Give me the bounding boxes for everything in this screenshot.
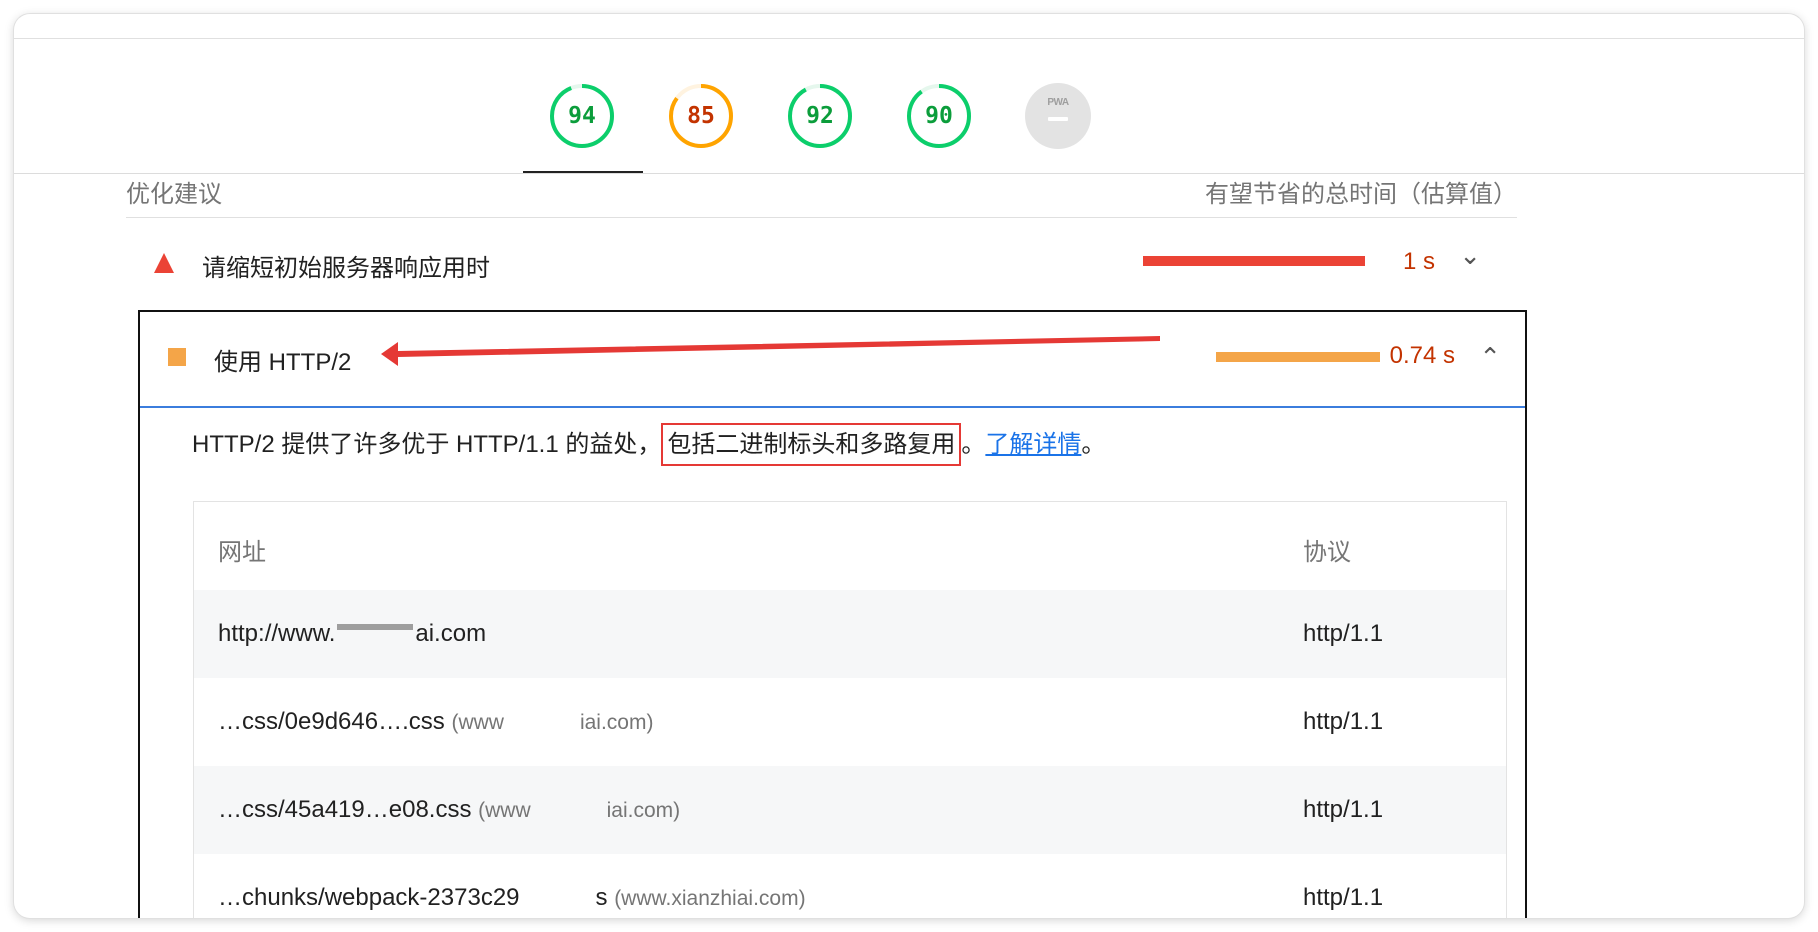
url-cell[interactable]: …css/45a419…e08.css (www iai.com): [218, 796, 680, 824]
chevron-up-icon[interactable]: ⌃: [1479, 342, 1501, 373]
description-text: HTTP/2 提供了许多优于 HTTP/1.1 的益处，: [192, 431, 662, 458]
url-text: http://www.: [218, 620, 336, 647]
column-header-url: 网址: [218, 539, 266, 566]
score-gauges-bar: 94 85 92 90 PWA: [14, 39, 1804, 174]
opportunities-header: 优化建议 有望节省的总时间（估算值）: [126, 174, 1517, 218]
column-header-protocol: 协议: [1303, 539, 1351, 566]
protocol-cell: http/1.1: [1303, 796, 1384, 823]
gauge-accessibility[interactable]: 85: [668, 83, 734, 149]
description-text: 。: [1081, 431, 1106, 458]
report-window: 94 85 92 90 PWA 优化建议 有望节省的总时间（估算值） 请缩短初始…: [14, 14, 1804, 918]
active-gauge-indicator: [523, 171, 643, 173]
resources-table: 网址 协议 http://www. ai.com http/1.1 …css/0e…: [193, 501, 1507, 918]
url-text: …chunks/webpack-2373c29: [218, 884, 520, 911]
pwa-label: PWA: [1047, 97, 1069, 108]
savings-column-header: 有望节省的总时间（估算值）: [1205, 181, 1517, 208]
gauge-best-practices[interactable]: 92: [787, 83, 853, 149]
savings-bar: [1143, 256, 1365, 266]
protocol-cell: http/1.1: [1303, 620, 1384, 647]
url-cell[interactable]: …chunks/webpack-2373c29 s (www.xianzhiai.…: [218, 884, 806, 912]
domain-text: (www.xianzhiai.com): [614, 887, 806, 910]
gauge-pwa[interactable]: PWA: [1025, 83, 1091, 149]
domain-text: iai.com): [579, 711, 654, 734]
gauge-score: 85: [687, 103, 715, 129]
table-row: …chunks/webpack-2373c29 s (www.xianzhiai.…: [194, 854, 1506, 918]
gauge-seo[interactable]: 90: [906, 83, 972, 149]
protocol-cell: http/1.1: [1303, 884, 1384, 911]
fail-triangle-icon: [154, 253, 174, 273]
url-cell[interactable]: …css/0e9d646….css (www iai.com): [218, 708, 653, 736]
url-text: ai.com: [415, 620, 487, 647]
pwa-badge-icon: [1025, 83, 1091, 149]
savings-bar: [1215, 352, 1380, 362]
savings-value: 1 s: [1402, 248, 1435, 275]
table-row: http://www. ai.com http/1.1: [194, 590, 1506, 678]
average-square-icon: [168, 348, 186, 366]
domain-text: (www: [451, 711, 504, 734]
description-text: 。: [961, 431, 986, 458]
gauge-score: 90: [925, 103, 953, 129]
gauge-score: 92: [806, 103, 834, 129]
pwa-dash-icon: [1048, 117, 1068, 121]
gauge-performance[interactable]: 94: [549, 83, 615, 149]
table-row: …css/45a419…e08.css (www iai.com) http/1.…: [194, 766, 1506, 854]
audit-server-response-time[interactable]: 请缩短初始服务器响应用时 1 s ⌄: [126, 218, 1517, 308]
gauge-score: 94: [568, 103, 596, 129]
audit-http2-header[interactable]: 使用 HTTP/2 0.74 s ⌃: [140, 312, 1525, 408]
highlighted-text: 包括二进制标头和多路复用: [661, 423, 962, 466]
url-cell[interactable]: http://www. ai.com: [218, 620, 486, 648]
redaction-mark: [337, 623, 414, 630]
url-text: s: [595, 884, 608, 911]
chevron-down-icon[interactable]: ⌄: [1459, 240, 1481, 271]
table-row: …css/0e9d646….css (www iai.com) http/1.1: [194, 678, 1506, 766]
section-title: 优化建议: [126, 181, 222, 208]
savings-value: 0.74 s: [1389, 342, 1455, 369]
protocol-cell: http/1.1: [1303, 708, 1384, 735]
audit-title: 使用 HTTP/2: [214, 349, 352, 376]
audit-title: 请缩短初始服务器响应用时: [202, 255, 490, 282]
url-text: …css/45a419…e08.css: [218, 796, 472, 823]
url-text: …css/0e9d646….css: [218, 708, 445, 735]
domain-text: iai.com): [606, 799, 681, 822]
domain-text: (www: [478, 799, 531, 822]
learn-more-link[interactable]: 了解详情: [985, 431, 1081, 458]
audit-description: HTTP/2 提供了许多优于 HTTP/1.1 的益处， 包括二进制标头和多路复用…: [192, 423, 1106, 466]
audit-http2-expanded: 使用 HTTP/2 0.74 s ⌃ HTTP/2 提供了许多优于 HTTP/1…: [138, 310, 1527, 918]
